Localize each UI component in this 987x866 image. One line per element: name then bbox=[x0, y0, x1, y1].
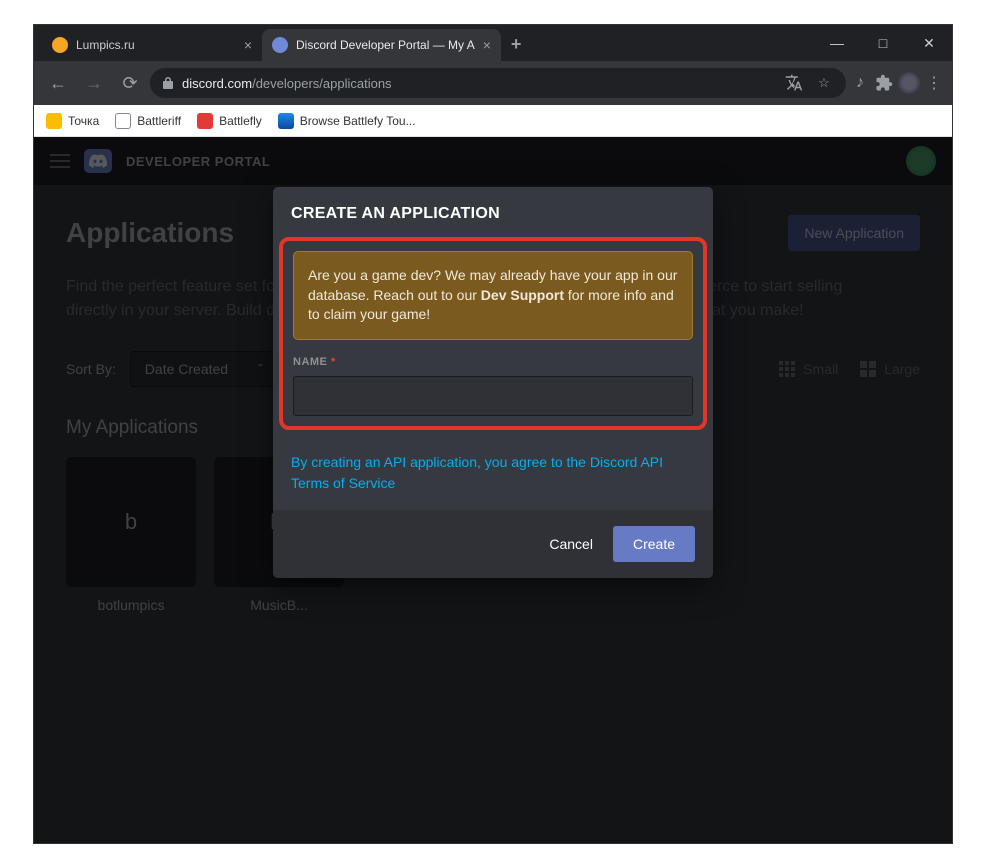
bookmark-label: Battlefly bbox=[219, 114, 262, 128]
address-bar[interactable]: discord.com/developers/applications ☆ bbox=[150, 68, 846, 98]
bookmark-battlefly[interactable]: Battlefly bbox=[197, 113, 262, 129]
translate-icon[interactable] bbox=[784, 73, 804, 93]
bookmark-tochka[interactable]: Точка bbox=[46, 113, 99, 129]
tab-title: Lumpics.ru bbox=[76, 38, 135, 52]
bookmark-label: Browse Battlefy Tou... bbox=[300, 114, 416, 128]
extensions-icon[interactable] bbox=[874, 73, 894, 93]
star-icon[interactable]: ☆ bbox=[814, 73, 834, 93]
bookmark-battlefy[interactable]: Browse Battlefy Tou... bbox=[278, 113, 416, 129]
cancel-button[interactable]: Cancel bbox=[549, 536, 593, 552]
bookmark-label: Точка bbox=[68, 114, 99, 128]
menu-icon[interactable]: ⋮ bbox=[924, 73, 944, 93]
close-icon[interactable]: × bbox=[244, 37, 252, 53]
reload-button[interactable]: ⟳ bbox=[114, 67, 146, 99]
name-input[interactable] bbox=[293, 376, 693, 416]
tab-discord[interactable]: Discord Developer Portal — My A × bbox=[262, 29, 501, 61]
bookmark-battleriff[interactable]: Battleriff bbox=[115, 113, 181, 129]
tos-text: By creating an API application, you agre… bbox=[273, 448, 713, 510]
close-icon[interactable]: × bbox=[483, 37, 491, 53]
favicon-discord bbox=[272, 37, 288, 53]
bookmarks-bar: Точка Battleriff Battlefly Browse Battle… bbox=[34, 105, 952, 137]
lock-icon bbox=[162, 76, 174, 90]
window-maximize[interactable]: □ bbox=[860, 25, 906, 61]
profile-avatar[interactable] bbox=[898, 72, 920, 94]
music-extension-icon[interactable]: ♪ bbox=[850, 73, 870, 93]
forward-button[interactable]: → bbox=[78, 67, 110, 99]
dev-support-link[interactable]: Dev Support bbox=[481, 287, 564, 303]
tab-lumpics[interactable]: Lumpics.ru × bbox=[42, 29, 262, 61]
url-path: /developers/applications bbox=[252, 76, 391, 91]
create-button[interactable]: Create bbox=[613, 526, 695, 562]
create-application-modal: CREATE AN APPLICATION Are you a game dev… bbox=[273, 187, 713, 578]
favicon-lumpics bbox=[52, 37, 68, 53]
url-domain: discord.com bbox=[182, 76, 252, 91]
highlight-annotation: Are you a game dev? We may already have … bbox=[279, 237, 707, 430]
name-field-label: NAME * bbox=[293, 356, 693, 368]
required-indicator: * bbox=[331, 356, 336, 368]
modal-title: CREATE AN APPLICATION bbox=[291, 205, 695, 223]
tab-title: Discord Developer Portal — My A bbox=[296, 38, 475, 52]
gamedev-notice: Are you a game dev? We may already have … bbox=[293, 251, 693, 340]
tab-strip: Lumpics.ru × Discord Developer Portal — … bbox=[34, 25, 952, 61]
bookmark-label: Battleriff bbox=[137, 114, 181, 128]
window-close[interactable]: ✕ bbox=[906, 25, 952, 61]
window-minimize[interactable]: — bbox=[814, 25, 860, 61]
new-tab-button[interactable]: + bbox=[501, 28, 532, 61]
back-button[interactable]: ← bbox=[42, 67, 74, 99]
